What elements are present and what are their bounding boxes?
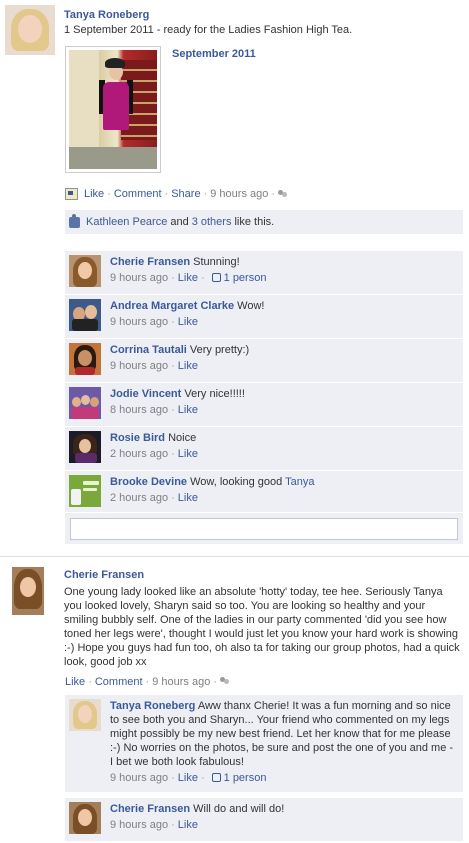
comment-like-count[interactable]: 1 person <box>224 272 267 284</box>
post-photo[interactable] <box>65 46 161 173</box>
photo-icon <box>65 188 78 200</box>
commenter-avatar[interactable] <box>69 802 101 834</box>
comment-item: Corrina Tautali Very pretty:) 9 hours ag… <box>65 338 463 382</box>
commenter-avatar[interactable] <box>69 387 101 419</box>
comment-like-link[interactable]: Like <box>178 272 198 284</box>
comment-like-link[interactable]: Like <box>178 448 198 460</box>
commenter-avatar[interactable] <box>69 343 101 375</box>
commenter-avatar[interactable] <box>69 699 101 731</box>
comment-link[interactable]: Comment <box>95 676 143 688</box>
comment-text: Very pretty:) <box>189 344 250 356</box>
comment-like-link[interactable]: Like <box>178 772 198 784</box>
friends-privacy-icon <box>278 189 288 199</box>
comment-text: Will do and will do! <box>193 803 285 815</box>
others-link[interactable]: 3 others <box>192 215 232 229</box>
author-name[interactable]: Tanya Roneberg <box>64 8 149 22</box>
comment-text: Stunning! <box>193 256 240 268</box>
comment-item: Rosie Bird Noice 2 hours ago · Like <box>65 426 463 470</box>
commenter-avatar[interactable] <box>69 299 101 331</box>
comment-like-link[interactable]: Like <box>178 316 198 328</box>
comment-item: Tanya Roneberg Aww thanx Cherie! It was … <box>65 694 463 792</box>
comment-text: Noice <box>168 432 197 444</box>
likes-suffix: like this. <box>234 216 275 228</box>
thumbs-up-icon <box>69 213 80 228</box>
commenter-avatar[interactable] <box>69 431 101 463</box>
comment-input[interactable] <box>70 518 458 540</box>
commenter-name[interactable]: Rosie Bird <box>110 432 165 444</box>
author-avatar[interactable] <box>5 5 55 55</box>
commenter-avatar[interactable] <box>69 475 101 507</box>
album-title[interactable]: September 2011 <box>172 47 256 61</box>
comment-like-count[interactable]: 1 person <box>224 772 267 784</box>
comment-like-link[interactable]: Like <box>178 819 198 831</box>
post-text: 1 September 2011 - ready for the Ladies … <box>64 24 353 36</box>
thumbs-up-icon <box>211 773 221 782</box>
likes-and: and <box>170 216 189 228</box>
commenter-name[interactable]: Cherie Fransen <box>110 256 190 268</box>
liker-link[interactable]: Kathleen Pearce <box>86 215 167 229</box>
like-link[interactable]: Like <box>65 676 85 688</box>
comment-like-link[interactable]: Like <box>178 492 198 504</box>
comment-mention[interactable]: Tanya <box>285 476 314 488</box>
commenter-name[interactable]: Brooke Devine <box>110 476 187 488</box>
post-text: One young lady looked like an absolute '… <box>64 586 460 668</box>
action-bar: Like · Comment · 9 hours ago · <box>65 675 230 689</box>
post-timestamp[interactable]: 9 hours ago <box>152 676 210 688</box>
comment-like-link[interactable]: Like <box>178 404 198 416</box>
story-tanya-photo: Tanya Roneberg 1 September 2011 - ready … <box>0 0 469 551</box>
like-link[interactable]: Like <box>84 187 104 201</box>
commenter-name[interactable]: Corrina Tautali <box>110 344 187 356</box>
comment-time[interactable]: 9 hours ago <box>110 819 168 831</box>
friends-privacy-icon <box>220 677 230 686</box>
commenter-name[interactable]: Andrea Margaret Clarke <box>110 300 234 312</box>
comment-time[interactable]: 9 hours ago <box>110 360 168 372</box>
commenter-name[interactable]: Cherie Fransen <box>110 803 190 815</box>
comment-item: Brooke Devine Wow, looking good Tanya 2 … <box>65 470 463 512</box>
story-cherie-status: Cherie Fransen One young lady looked lik… <box>0 556 469 843</box>
thumbs-up-icon <box>211 273 221 282</box>
commenter-name[interactable]: Jodie Vincent <box>110 388 181 400</box>
comment-time[interactable]: 2 hours ago <box>110 448 168 460</box>
comment-item: Cherie Fransen Will do and will do! 9 ho… <box>65 797 463 841</box>
commenter-name[interactable]: Tanya Roneberg <box>110 700 195 712</box>
comment-text: Wow, looking good <box>190 476 283 488</box>
comment-time[interactable]: 8 hours ago <box>110 404 168 416</box>
comment-text: Very nice!!!!! <box>184 388 245 400</box>
share-link[interactable]: Share <box>171 187 200 201</box>
comment-item: Andrea Margaret Clarke Wow! 9 hours ago ·… <box>65 294 463 338</box>
commenter-avatar[interactable] <box>69 255 101 287</box>
author-name[interactable]: Cherie Fransen <box>64 568 144 582</box>
comment-input-container <box>65 512 463 544</box>
action-bar: Like · Comment · Share · 9 hours ago · <box>65 186 288 202</box>
likes-summary: Kathleen Pearce and 3 others like this. <box>65 210 463 234</box>
author-avatar[interactable] <box>12 567 44 615</box>
comment-time[interactable]: 9 hours ago <box>110 272 168 284</box>
comment-like-link[interactable]: Like <box>178 360 198 372</box>
comment-item: Jodie Vincent Very nice!!!!! 8 hours ago… <box>65 382 463 426</box>
comment-item: Cherie Fransen Stunning! 9 hours ago · Lik… <box>65 250 463 294</box>
comment-time[interactable]: 9 hours ago <box>110 316 168 328</box>
comment-text: Wow! <box>237 300 265 312</box>
comment-time[interactable]: 2 hours ago <box>110 492 168 504</box>
comment-time[interactable]: 9 hours ago <box>110 772 168 784</box>
post-timestamp[interactable]: 9 hours ago <box>210 187 268 201</box>
comment-link[interactable]: Comment <box>114 187 162 201</box>
